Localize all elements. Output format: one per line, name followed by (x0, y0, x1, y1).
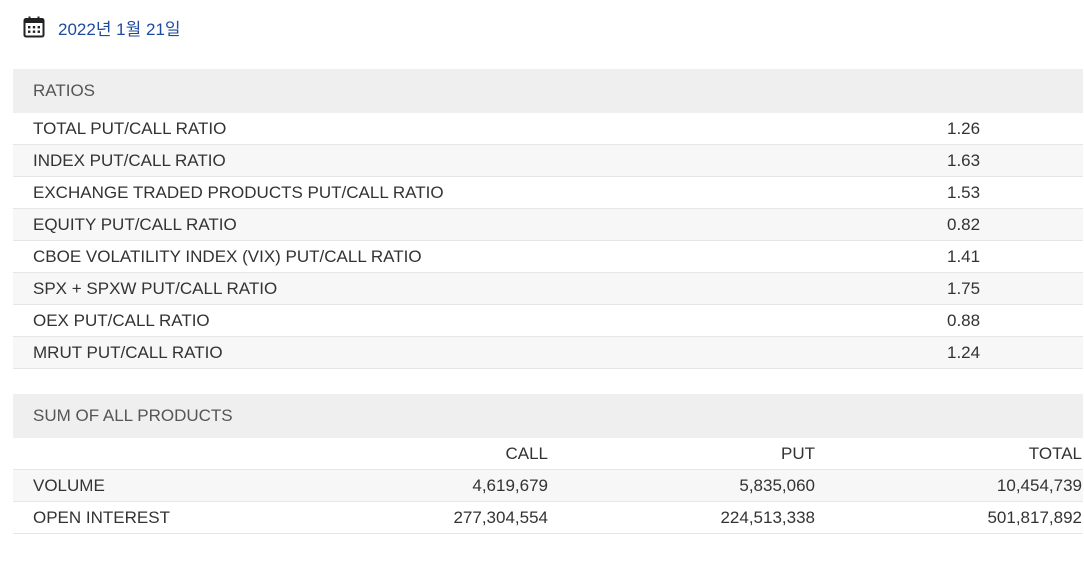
ratio-value: 1.75 (947, 278, 981, 298)
ratio-label: INDEX PUT/CALL RATIO (33, 150, 226, 170)
sum-of-all-products-table: SUM OF ALL PRODUCTS CALL PUT TOTAL VOLUM… (13, 394, 1083, 534)
sum-put-value: 5,835,060 (739, 475, 815, 495)
ratios-body: TOTAL PUT/CALL RATIO 1.26 INDEX PUT/CALL R… (13, 113, 1083, 369)
ratio-value: 1.63 (947, 150, 981, 170)
ratio-label: CBOE VOLATILITY INDEX (VIX) PUT/CALL RAT… (33, 246, 422, 266)
table-row: EXCHANGE TRADED PRODUCTS PUT/CALL RATIO 1… (13, 177, 1083, 209)
ratio-value: 0.82 (947, 214, 981, 234)
ratio-label: EQUITY PUT/CALL RATIO (33, 214, 237, 234)
ratio-label: OEX PUT/CALL RATIO (33, 310, 210, 330)
ratios-table: RATIOS TOTAL PUT/CALL RATIO 1.26 INDEX PUT… (13, 69, 1083, 369)
sum-row-label: VOLUME (33, 475, 105, 495)
table-row: INDEX PUT/CALL RATIO 1.63 (13, 145, 1083, 177)
ratio-value: 0.88 (947, 310, 981, 330)
table-row: MRUT PUT/CALL RATIO 1.24 (13, 337, 1083, 369)
sums-body: VOLUME 4,619,679 5,835,060 10,454,739 OPEN I… (13, 470, 1083, 534)
ratio-value: 1.26 (947, 118, 981, 138)
sum-row-label: OPEN INTEREST (33, 507, 170, 527)
column-header-put: PUT (781, 443, 815, 463)
ratio-label: TOTAL PUT/CALL RATIO (33, 118, 227, 138)
table-row: OEX PUT/CALL RATIO 0.88 (13, 305, 1083, 337)
sum-put-value: 224,513,338 (720, 507, 815, 527)
sum-call-value: 4,619,679 (472, 475, 548, 495)
table-row: EQUITY PUT/CALL RATIO 0.82 (13, 209, 1083, 241)
ratio-label: EXCHANGE TRADED PRODUCTS PUT/CALL RATIO (33, 182, 444, 202)
sums-header: SUM OF ALL PRODUCTS (13, 394, 1083, 438)
column-header-call: CALL (505, 443, 548, 463)
sum-total-value: 10,454,739 (996, 475, 1082, 495)
sum-total-value: 501,817,892 (987, 507, 1082, 527)
ratio-label: SPX + SPXW PUT/CALL RATIO (33, 278, 278, 298)
table-row: CBOE VOLATILITY INDEX (VIX) PUT/CALL RAT… (13, 241, 1083, 273)
page: 2022년 1월 21일 RATIOS TOTAL PUT/CALL RATIO… (0, 0, 1084, 563)
date-label[interactable]: 2022년 1월 21일 (58, 15, 181, 40)
ratio-value: 1.53 (947, 182, 981, 202)
date-picker[interactable]: 2022년 1월 21일 (22, 14, 181, 40)
column-header-total: TOTAL (1028, 443, 1082, 463)
ratio-value: 1.41 (947, 246, 981, 266)
sums-column-headers: CALL PUT TOTAL (13, 438, 1083, 470)
table-row: SPX + SPXW PUT/CALL RATIO 1.75 (13, 273, 1083, 305)
table-row: OPEN INTEREST 277,304,554 224,513,338 501,8… (13, 502, 1083, 534)
ratios-header: RATIOS (13, 69, 1083, 113)
ratio-value: 1.24 (947, 342, 981, 362)
sum-call-value: 277,304,554 (453, 507, 548, 527)
table-row: TOTAL PUT/CALL RATIO 1.26 (13, 113, 1083, 145)
calendar-icon[interactable] (22, 15, 46, 39)
table-row: VOLUME 4,619,679 5,835,060 10,454,739 (13, 470, 1083, 502)
ratio-label: MRUT PUT/CALL RATIO (33, 342, 223, 362)
